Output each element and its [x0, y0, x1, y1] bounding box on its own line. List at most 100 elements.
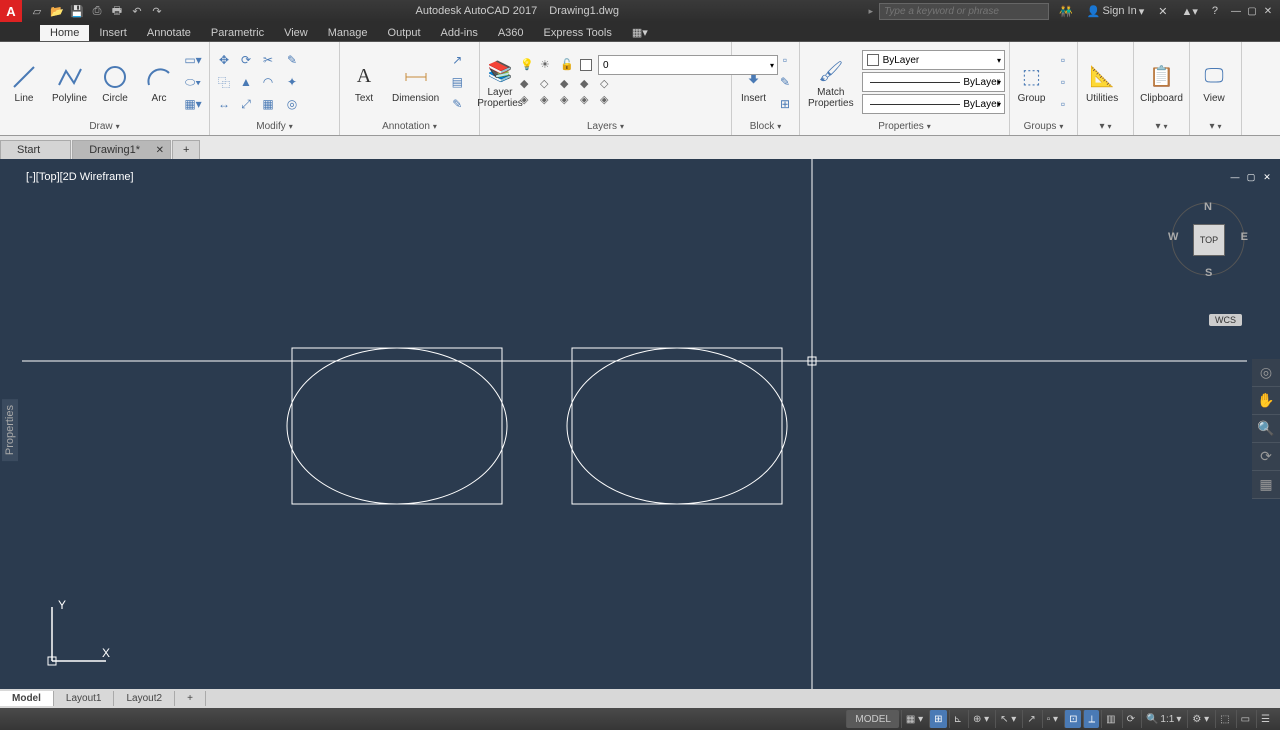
close-tab-icon[interactable]: ✕: [156, 145, 164, 156]
group-button[interactable]: ⬚Group: [1014, 59, 1049, 106]
nav-orbit-icon[interactable]: ⟳: [1252, 443, 1280, 471]
layer-merge-icon[interactable]: ◈: [600, 93, 614, 107]
rect-icon[interactable]: ▭▾: [183, 50, 203, 70]
status-scale[interactable]: 🔍 1:1 ▾: [1141, 710, 1185, 728]
fillet-icon[interactable]: ◠: [258, 72, 278, 92]
viewcube-top[interactable]: TOP: [1193, 224, 1225, 256]
attr-icon[interactable]: ⊞: [775, 94, 795, 114]
arc-button[interactable]: Arc: [139, 59, 179, 106]
tab-a360[interactable]: A360: [488, 25, 534, 41]
tab-home[interactable]: Home: [40, 25, 89, 41]
panel-groups[interactable]: Groups: [1014, 120, 1073, 133]
help-icon[interactable]: ?: [1208, 5, 1222, 17]
polyline-button[interactable]: Polyline: [48, 59, 91, 106]
layer-off-icon[interactable]: ◇: [600, 77, 614, 91]
status-isodraft-icon[interactable]: ↖ ▾: [995, 710, 1020, 728]
layer-match-icon[interactable]: ◇: [540, 77, 554, 91]
print-icon[interactable]: 🖶: [108, 2, 126, 20]
panel-utilities[interactable]: ▾: [1082, 120, 1129, 133]
viewcube-w[interactable]: W: [1168, 231, 1178, 243]
table-icon[interactable]: ▤: [447, 72, 467, 92]
app-logo[interactable]: A: [0, 0, 22, 22]
viewcube[interactable]: N S W E TOP: [1168, 199, 1248, 279]
panel-modify[interactable]: Modify: [214, 120, 335, 133]
status-lineweight-icon[interactable]: ⟂: [1083, 710, 1099, 728]
viewcube-e[interactable]: E: [1241, 231, 1248, 243]
utilities-button[interactable]: 📐Utilities: [1082, 59, 1122, 106]
ellipse-icon[interactable]: ⬭▾: [183, 72, 203, 92]
view-button[interactable]: 🖵View: [1194, 59, 1234, 106]
tab-featured[interactable]: ▦▾: [622, 24, 658, 41]
viewcube-n[interactable]: N: [1204, 201, 1212, 213]
tab-layout2[interactable]: Layout2: [114, 691, 175, 706]
layer-thaw-icon[interactable]: ◈: [580, 93, 594, 107]
undo-icon[interactable]: ↶: [128, 2, 146, 20]
layer-state-icon[interactable]: ◈: [520, 93, 534, 107]
explode-icon[interactable]: ✦: [282, 72, 302, 92]
redo-icon[interactable]: ↷: [148, 2, 166, 20]
copy-icon[interactable]: ⿻: [214, 72, 234, 92]
hatch-icon[interactable]: ▦▾: [183, 94, 203, 114]
infocenter-icon[interactable]: 👬: [1055, 5, 1077, 18]
move-icon[interactable]: ✥: [214, 50, 234, 70]
search-input[interactable]: [879, 3, 1049, 20]
panel-draw[interactable]: Draw: [4, 120, 205, 133]
layer-dropdown[interactable]: 0: [598, 55, 778, 75]
create-block-icon[interactable]: ▫: [775, 50, 795, 70]
leader-icon[interactable]: ↗: [447, 50, 467, 70]
add-layout-button[interactable]: +: [175, 691, 206, 706]
nav-pan-icon[interactable]: ✋: [1252, 387, 1280, 415]
tab-addins[interactable]: Add-ins: [431, 25, 488, 41]
layer-prev-icon[interactable]: ◆: [560, 77, 574, 91]
status-cycle-icon[interactable]: ⟳: [1122, 710, 1139, 728]
nav-showmotion-icon[interactable]: ▦: [1252, 471, 1280, 499]
tab-output[interactable]: Output: [378, 25, 431, 41]
save-icon[interactable]: 💾: [68, 2, 86, 20]
minimize-icon[interactable]: ―: [1228, 3, 1244, 19]
wcs-badge[interactable]: WCS: [1209, 314, 1242, 326]
status-otrack-icon[interactable]: ▫ ▾: [1042, 710, 1062, 728]
tab-manage[interactable]: Manage: [318, 25, 378, 41]
layer-freeze2-icon[interactable]: ◈: [560, 93, 574, 107]
layer-lock-icon[interactable]: 🔓: [560, 58, 574, 72]
file-tab-start[interactable]: Start: [0, 140, 71, 159]
panel-layers[interactable]: Layers: [484, 120, 727, 133]
status-model[interactable]: MODEL: [846, 710, 899, 728]
edit-block-icon[interactable]: ✎: [775, 72, 795, 92]
sign-in-button[interactable]: 👤 Sign In ▾: [1083, 5, 1148, 18]
saveas-icon[interactable]: ⎙: [88, 2, 106, 20]
status-grid-icon[interactable]: ▦ ▾: [901, 710, 927, 728]
tab-express[interactable]: Express Tools: [534, 25, 622, 41]
status-ortho-icon[interactable]: ⊾: [949, 710, 966, 728]
rotate-icon[interactable]: ⟳: [236, 50, 256, 70]
color-dropdown[interactable]: ByLayer: [862, 50, 1005, 70]
linetype-dropdown[interactable]: ByLayer: [862, 94, 1005, 114]
layer-color-swatch[interactable]: [580, 59, 592, 71]
viewport-close-icon[interactable]: ✕: [1260, 171, 1274, 183]
new-icon[interactable]: ▱: [28, 2, 46, 20]
maximize-icon[interactable]: ▢: [1244, 3, 1260, 19]
trim-icon[interactable]: ✂: [258, 50, 278, 70]
layer-walk-icon[interactable]: ◈: [540, 93, 554, 107]
array-icon[interactable]: ▦: [258, 94, 278, 114]
new-tab-button[interactable]: +: [172, 140, 200, 159]
tab-parametric[interactable]: Parametric: [201, 25, 274, 41]
tab-view[interactable]: View: [274, 25, 318, 41]
tab-annotate[interactable]: Annotate: [137, 25, 201, 41]
panel-clipboard[interactable]: ▾: [1138, 120, 1185, 133]
text-button[interactable]: AText: [344, 59, 384, 106]
open-icon[interactable]: 📂: [48, 2, 66, 20]
exchange-icon[interactable]: ✕: [1154, 5, 1171, 18]
lineweight-dropdown[interactable]: ByLayer: [862, 72, 1005, 92]
layer-freeze-icon[interactable]: ☀: [540, 58, 554, 72]
stretch-icon[interactable]: ↔: [214, 94, 234, 114]
line-button[interactable]: Line: [4, 59, 44, 106]
mirror-icon[interactable]: ▲: [236, 72, 256, 92]
tab-layout1[interactable]: Layout1: [54, 691, 115, 706]
tab-model[interactable]: Model: [0, 691, 54, 706]
panel-properties[interactable]: Properties: [804, 120, 1005, 133]
viewcube-s[interactable]: S: [1205, 267, 1212, 279]
drawing-canvas[interactable]: [22, 159, 1247, 689]
mtext-icon[interactable]: ✎: [447, 94, 467, 114]
match-properties-button[interactable]: 🖌Match Properties: [804, 53, 858, 111]
